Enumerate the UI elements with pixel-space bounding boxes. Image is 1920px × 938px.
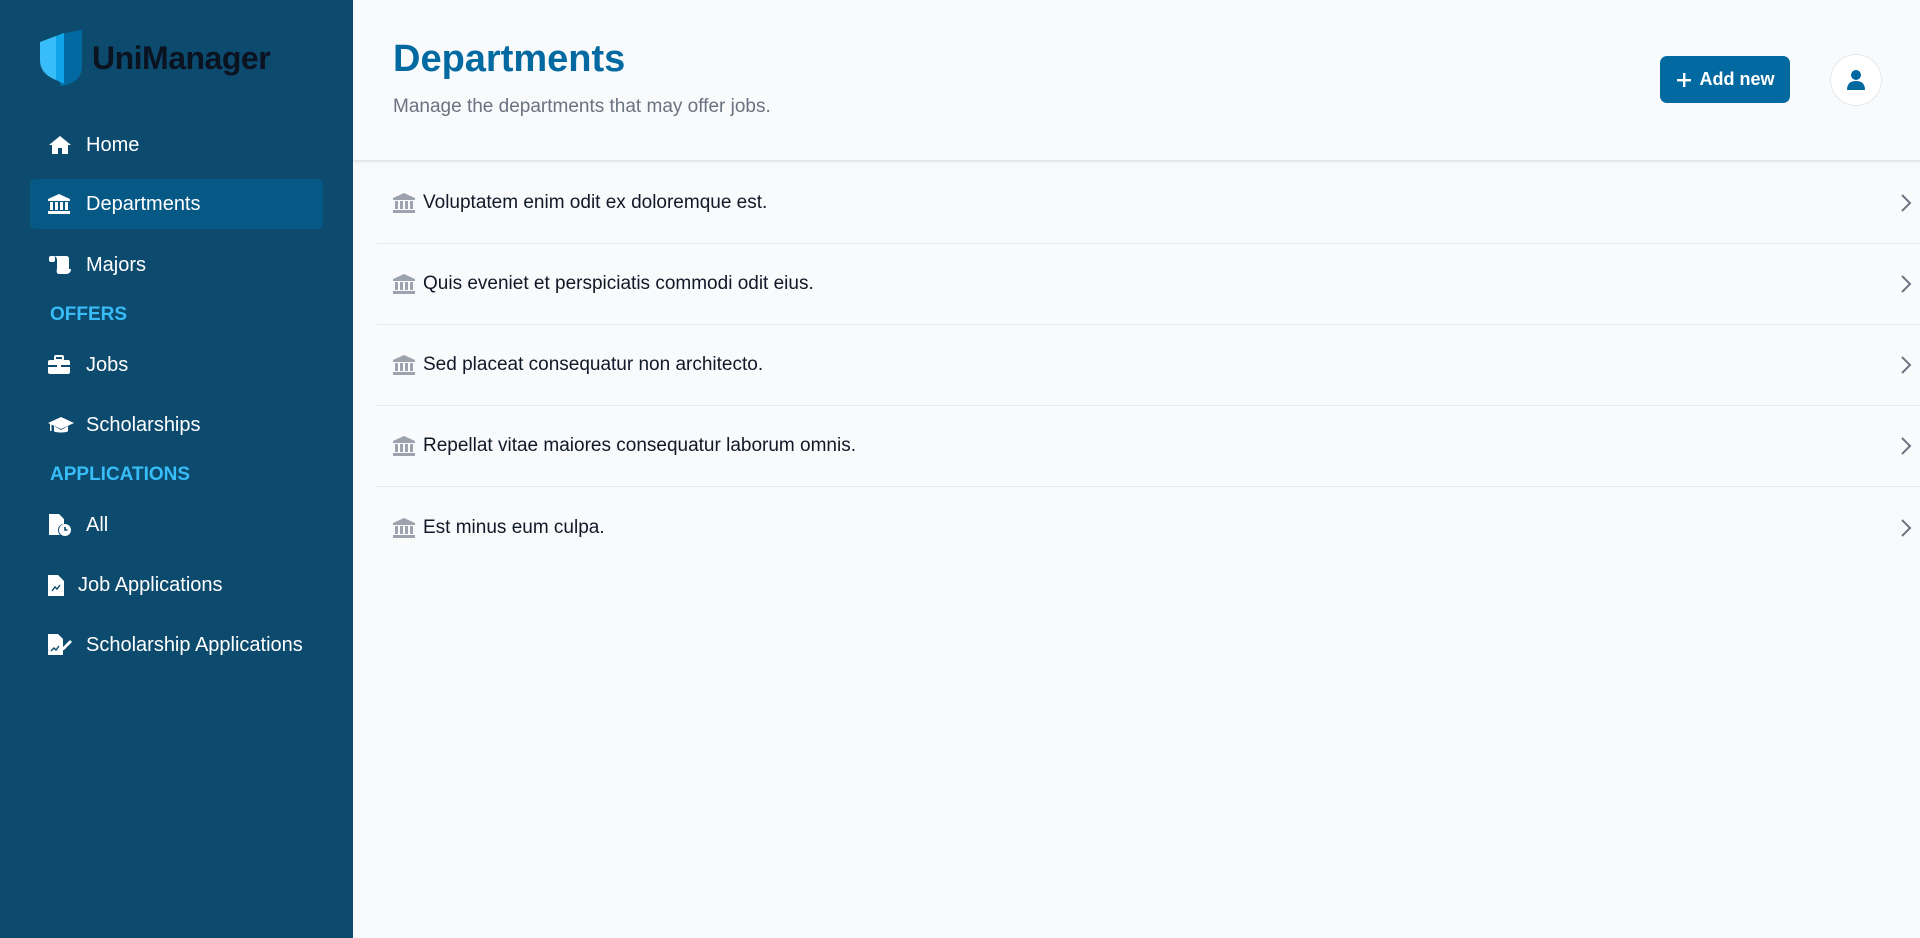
file-icon: [48, 574, 66, 596]
file-signature-icon: [48, 634, 74, 656]
department-row[interactable]: Est minus eum culpa.: [377, 487, 1920, 568]
graduation-cap-icon: [48, 414, 74, 436]
user-avatar-button[interactable]: [1830, 54, 1882, 106]
sidebar-item-scholarship-applications[interactable]: Scholarship Applications: [30, 620, 323, 670]
sidebar-item-jobs[interactable]: Jobs: [30, 340, 323, 390]
sidebar-item-label: Scholarships: [86, 413, 201, 436]
chevron-right-icon: [1900, 274, 1912, 294]
building-columns-icon: [48, 193, 74, 215]
department-name: Quis eveniet et perspiciatis commodi odi…: [423, 273, 814, 294]
sidebar-item-all[interactable]: All: [30, 500, 323, 550]
page-header: Departments Manage the departments that …: [353, 0, 1920, 162]
page-title: Departments: [393, 38, 626, 80]
department-name: Sed placeat consequatur non architecto.: [423, 354, 764, 375]
add-new-button[interactable]: Add new: [1660, 56, 1790, 103]
building-columns-icon: [393, 274, 415, 294]
main-content: Departments Manage the departments that …: [353, 0, 1920, 938]
sidebar-item-label: All: [86, 513, 109, 536]
briefcase-icon: [48, 354, 74, 376]
chevron-right-icon: [1900, 518, 1912, 538]
file-clock-icon: [48, 514, 74, 536]
sidebar-item-label: Majors: [86, 253, 147, 276]
chevron-right-icon: [1900, 436, 1912, 456]
shield-logo-icon: [40, 30, 82, 86]
building-columns-icon: [393, 193, 415, 213]
sidebar-item-job-applications[interactable]: Job Applications: [30, 560, 323, 610]
chevron-right-icon: [1900, 193, 1912, 213]
department-row[interactable]: Voluptatem enim odit ex doloremque est.: [377, 163, 1920, 244]
sidebar-item-scholarships[interactable]: Scholarships: [30, 400, 323, 450]
app-logo[interactable]: UniManager: [34, 30, 271, 86]
department-row[interactable]: Repellat vitae maiores consequatur labor…: [377, 406, 1920, 487]
departments-list: Voluptatem enim odit ex doloremque est. …: [377, 163, 1920, 568]
section-label-applications: APPLICATIONS: [50, 464, 191, 485]
page-subtitle: Manage the departments that may offer jo…: [393, 96, 771, 117]
sidebar-item-label: Home: [86, 133, 140, 156]
home-icon: [48, 134, 74, 156]
department-row[interactable]: Quis eveniet et perspiciatis commodi odi…: [377, 244, 1920, 325]
department-row[interactable]: Sed placeat consequatur non architecto.: [377, 325, 1920, 406]
sidebar-item-label: Jobs: [86, 353, 129, 376]
app-name: UniManager: [92, 39, 271, 76]
chevron-right-icon: [1900, 355, 1912, 375]
sidebar: UniManager Home Departments Majors OFFER…: [0, 0, 353, 938]
section-label-offers: OFFERS: [50, 304, 128, 325]
add-new-label: Add new: [1699, 69, 1775, 89]
building-columns-icon: [393, 436, 415, 456]
sidebar-item-home[interactable]: Home: [30, 120, 323, 170]
sidebar-item-departments[interactable]: Departments: [30, 179, 323, 229]
department-name: Voluptatem enim odit ex doloremque est.: [423, 192, 768, 213]
sidebar-item-label: Departments: [86, 192, 201, 215]
department-name: Repellat vitae maiores consequatur labor…: [423, 435, 856, 456]
building-columns-icon: [393, 355, 415, 375]
sidebar-item-label: Scholarship Applications: [86, 633, 303, 656]
plus-icon: [1676, 72, 1692, 88]
scroll-icon: [48, 254, 74, 276]
sidebar-item-majors[interactable]: Majors: [30, 240, 323, 290]
department-name: Est minus eum culpa.: [423, 516, 605, 538]
sidebar-item-label: Job Applications: [78, 573, 223, 596]
user-icon: [1847, 70, 1865, 90]
building-columns-icon: [393, 517, 415, 538]
